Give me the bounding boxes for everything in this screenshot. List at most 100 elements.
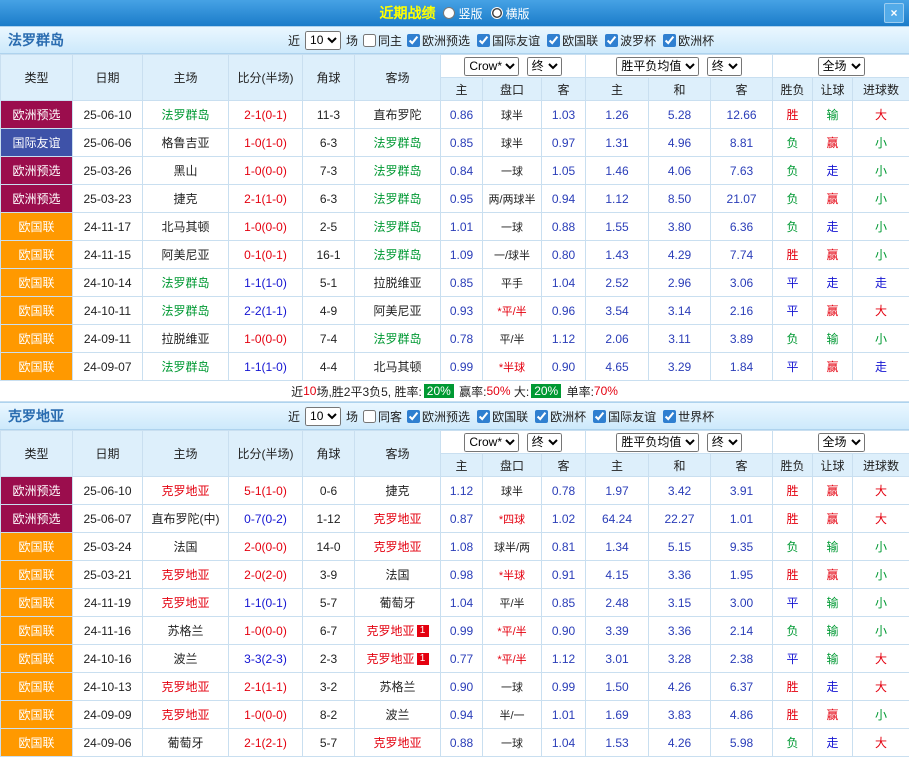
result-goals: 小 [853,617,909,645]
odds-closing-select[interactable]: 终 [527,433,562,452]
avg-draw-odds: 4.29 [649,241,711,269]
handicap-line: 一球 [483,213,542,241]
horizontal-layout-radio[interactable] [491,7,503,19]
avg-closing-select[interactable]: 终 [707,433,742,452]
vertical-layout-radio[interactable] [443,7,455,19]
match-date: 24-09-07 [73,353,143,381]
same-venue-filter[interactable]: 同主 [363,32,402,49]
corner-score: 3-2 [303,673,355,701]
result-handicap: 输 [813,645,853,673]
home-team: 拉脱维亚 [143,325,229,353]
handicap-home-odds: 1.01 [441,213,483,241]
result-goals: 小 [853,589,909,617]
handicap-line: 球半/两 [483,533,542,561]
competition-checkbox[interactable] [535,410,548,423]
competition-checkbox[interactable] [605,34,618,47]
handicap-line: *四球 [483,505,542,533]
result-handicap: 输 [813,589,853,617]
competition-filter[interactable]: 欧洲预选 [407,32,470,49]
layout-option-horizontal[interactable]: 横版 [491,5,530,22]
competition-filter[interactable]: 世界杯 [663,408,714,425]
result-handicap: 走 [813,213,853,241]
competition-filter[interactable]: 国际友谊 [477,32,540,49]
summary-part: 10 [303,384,316,398]
home-team: 法国 [143,533,229,561]
close-icon[interactable]: × [884,3,904,23]
competition-filter[interactable]: 波罗杯 [605,32,656,49]
handicap-line: 一球 [483,729,542,757]
corner-score: 6-7 [303,617,355,645]
handicap-home-odds: 0.77 [441,645,483,673]
recent-results-panel: 近期战绩 竖版 横版 × 法罗群岛 近 10 场 同主 欧洲预选国际友谊欧国联波… [0,0,909,757]
home-team: 克罗地亚 [143,589,229,617]
competition-type: 欧国联 [1,645,73,673]
competition-checkbox[interactable] [407,410,420,423]
competition-filter[interactable]: 欧国联 [477,408,528,425]
avg-home-odds: 1.43 [586,241,649,269]
competition-checkbox[interactable] [547,34,560,47]
competition-checkbox[interactable] [477,34,490,47]
half-full-score: 0-1(0-1) [229,241,303,269]
avg-closing-select[interactable]: 终 [707,57,742,76]
competition-filter[interactable]: 欧国联 [547,32,598,49]
competition-type: 欧洲预选 [1,505,73,533]
competition-checkbox[interactable] [407,34,420,47]
sub-result-wdl: 胜负 [773,78,813,101]
home-team: 克罗地亚 [143,477,229,505]
same-venue-checkbox[interactable] [363,34,376,47]
avg-home-odds: 4.65 [586,353,649,381]
competition-checkbox[interactable] [663,34,676,47]
half-full-score: 2-2(1-1) [229,297,303,325]
half-full-score: 1-0(0-0) [229,617,303,645]
avg-type-select[interactable]: 胜平负均值 [616,57,699,76]
summary-part: 50% [487,384,511,398]
home-team: 阿美尼亚 [143,241,229,269]
avg-away-odds: 5.98 [711,729,773,757]
corner-score: 4-9 [303,297,355,325]
competition-checkbox[interactable] [593,410,606,423]
corner-score: 0-6 [303,477,355,505]
odds-company-select[interactable]: Crow* [464,433,519,452]
competition-checkbox[interactable] [477,410,490,423]
avg-draw-odds: 4.26 [649,673,711,701]
handicap-line: 平/半 [483,325,542,353]
result-wdl: 平 [773,269,813,297]
match-date: 24-09-06 [73,729,143,757]
recent-count-select[interactable]: 10 [305,407,341,426]
competition-filter[interactable]: 欧洲预选 [407,408,470,425]
sub-avg-draw: 和 [649,454,711,477]
corner-score: 11-3 [303,101,355,129]
recent-count-select[interactable]: 10 [305,31,341,50]
match-row: 欧洲预选25-06-10克罗地亚5-1(1-0)0-6捷克1.12球半0.781… [1,477,909,505]
home-team: 捷克 [143,185,229,213]
layout-option-vertical[interactable]: 竖版 [443,5,482,22]
corner-score: 5-7 [303,589,355,617]
avg-away-odds: 3.89 [711,325,773,353]
matches-table-croatia: 类型 日期 主场 比分(半场) 角球 客场 Crow* 终 胜平负均值 终 全场 [0,430,909,757]
result-goals: 小 [853,129,909,157]
scope-select[interactable]: 全场 [818,57,865,76]
competition-filter[interactable]: 欧洲杯 [663,32,714,49]
odds-company-select[interactable]: Crow* [464,57,519,76]
avg-home-odds: 1.53 [586,729,649,757]
result-goals: 大 [853,101,909,129]
avg-away-odds: 6.36 [711,213,773,241]
scope-select[interactable]: 全场 [818,433,865,452]
half-full-score: 0-7(0-2) [229,505,303,533]
same-venue-filter[interactable]: 同客 [363,408,402,425]
competition-filter[interactable]: 国际友谊 [593,408,656,425]
match-date: 24-10-16 [73,645,143,673]
avg-type-select[interactable]: 胜平负均值 [616,433,699,452]
competition-filter[interactable]: 欧洲杯 [535,408,586,425]
odds-closing-select[interactable]: 终 [527,57,562,76]
matches-table-faroe: 类型 日期 主场 比分(半场) 角球 客场 Crow* 终 胜平负均值 终 全场 [0,54,909,381]
result-goals: 大 [853,645,909,673]
same-venue-checkbox[interactable] [363,410,376,423]
corner-score: 8-2 [303,701,355,729]
competition-checkbox[interactable] [663,410,676,423]
avg-draw-odds: 3.28 [649,645,711,673]
col-score: 比分(半场) [229,431,303,477]
result-wdl: 胜 [773,561,813,589]
sub-handicap-line: 盘口 [483,454,542,477]
result-handicap: 赢 [813,353,853,381]
